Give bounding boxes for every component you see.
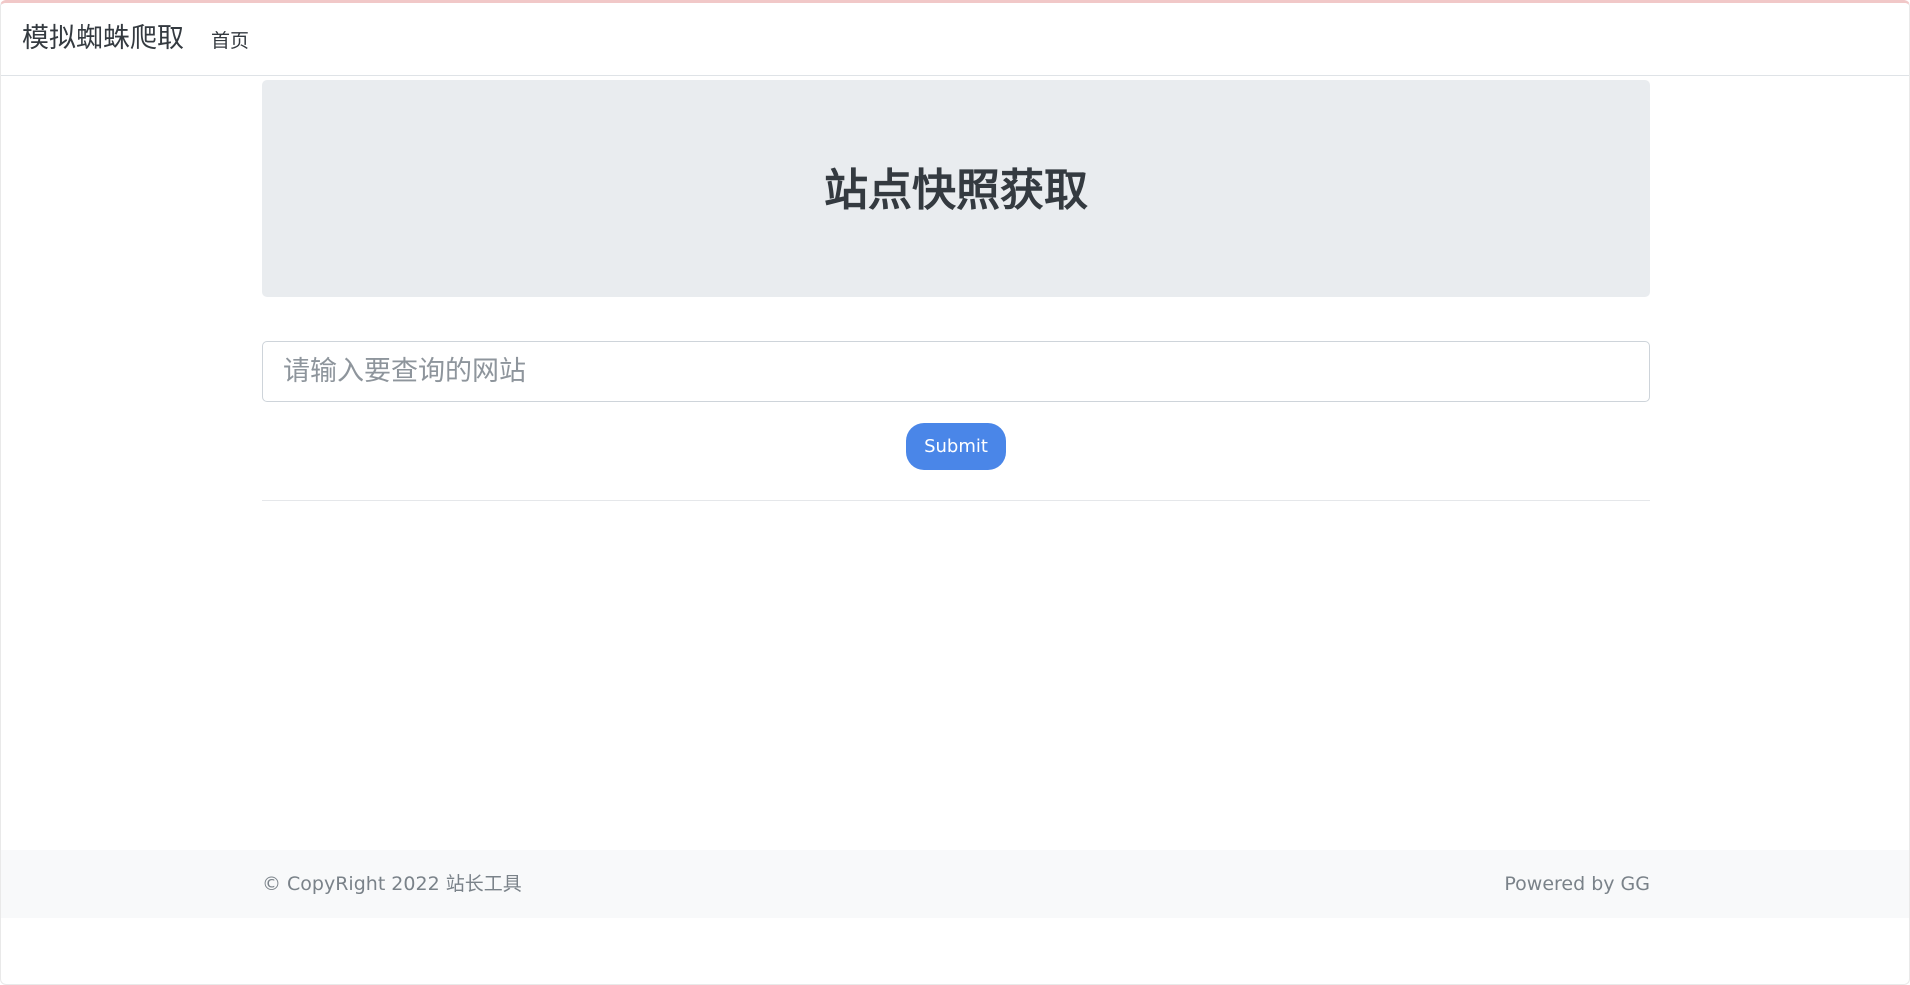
submit-button[interactable]: Submit bbox=[906, 423, 1006, 470]
browser-page: 模拟蜘蛛爬取 首页 站点快照获取 Submit © CopyRight 2022… bbox=[0, 0, 1910, 985]
footer-copyright: © CopyRight 2022 站长工具 bbox=[262, 873, 522, 895]
nav-link-home[interactable]: 首页 bbox=[211, 28, 249, 54]
content-divider bbox=[262, 500, 1650, 501]
site-url-input[interactable] bbox=[262, 341, 1650, 402]
hero-jumbotron: 站点快照获取 bbox=[262, 80, 1650, 297]
page-footer: © CopyRight 2022 站长工具 Powered by GG bbox=[1, 850, 1909, 918]
page-title: 站点快照获取 bbox=[824, 165, 1088, 216]
brand-link[interactable]: 模拟蜘蛛爬取 bbox=[22, 21, 184, 57]
footer-powered-by[interactable]: Powered by GG bbox=[1504, 872, 1650, 896]
top-navbar: 模拟蜘蛛爬取 首页 bbox=[1, 3, 1909, 76]
